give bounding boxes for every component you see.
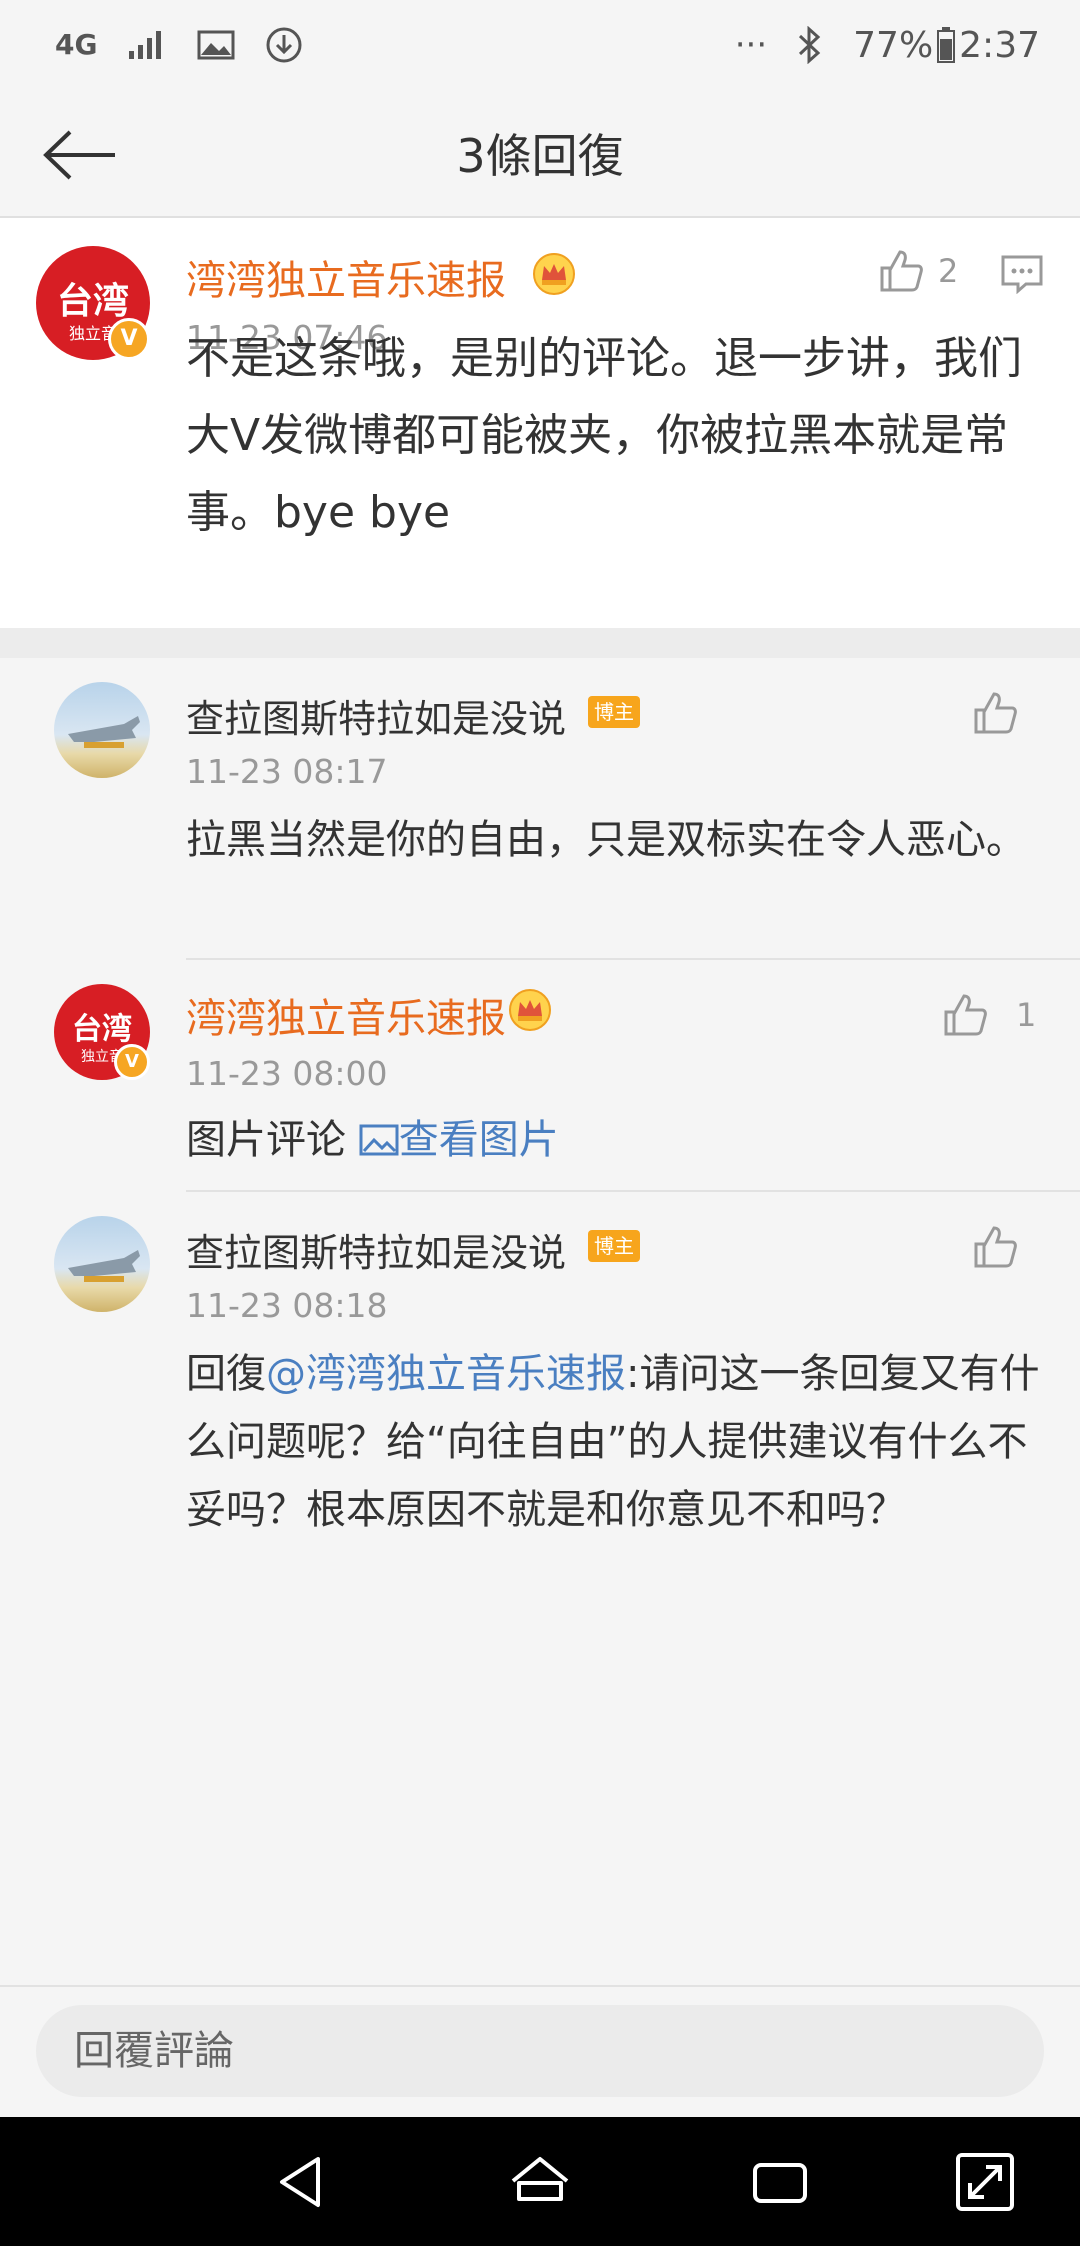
like-button[interactable]: 2 — [878, 248, 958, 294]
main-comment: 台湾 独立音 V 湾湾独立音乐速报 11-23 07:46 2 不是这条哦，是别… — [0, 218, 1080, 628]
avatar-title: 台湾 — [56, 280, 129, 322]
avatar-title: 台湾 — [72, 1012, 132, 1047]
airplane-icon — [68, 1250, 140, 1282]
header: 3條回復 — [0, 90, 1080, 218]
page-title: 3條回復 — [456, 129, 624, 183]
thumbs-up-icon — [944, 994, 987, 1036]
clock: 2:37 — [959, 24, 1040, 66]
airplane-icon — [68, 716, 140, 748]
image-icon — [359, 1124, 399, 1156]
username[interactable]: 湾湾独立音乐速报 — [186, 248, 506, 306]
network-type: 4G — [55, 28, 98, 61]
image-icon — [197, 30, 235, 60]
battery-icon — [937, 27, 956, 63]
host-badge: 博主 — [588, 1230, 640, 1262]
avatar[interactable] — [54, 682, 150, 778]
like-button[interactable] — [972, 690, 1018, 736]
status-bar: 4G ··· 77% 2:37 — [0, 0, 1080, 90]
like-count: 1 — [1016, 996, 1037, 1034]
reply-prefix: 回復 — [186, 1351, 266, 1397]
thumbs-up-icon — [880, 250, 923, 292]
verified-badge-icon: V — [108, 318, 150, 360]
username[interactable]: 查拉图斯特拉如是没说 — [186, 688, 566, 743]
thumbs-up-icon — [974, 692, 1017, 734]
nav-home-icon[interactable] — [505, 2147, 575, 2217]
avatar[interactable] — [54, 1216, 150, 1312]
system-nav-bar — [0, 2117, 1080, 2246]
nav-recents-icon[interactable] — [745, 2147, 815, 2217]
timestamp: 11-23 08:00 — [186, 1054, 388, 1093]
reply-input-bar: 回覆評論 — [0, 1985, 1080, 2117]
avatar[interactable]: 台湾 独立音 V — [36, 246, 150, 360]
comment-icon[interactable] — [1000, 254, 1044, 294]
view-image-label: 查看图片 — [398, 1117, 559, 1163]
crown-icon — [509, 989, 551, 1031]
host-badge: 博主 — [588, 696, 640, 728]
like-button[interactable] — [972, 1224, 1018, 1270]
section-divider — [0, 628, 1080, 658]
bluetooth-icon — [799, 26, 821, 64]
reply-divider — [186, 958, 1080, 960]
thumbs-up-icon — [974, 1226, 1017, 1268]
more-indicator: ··· — [734, 25, 768, 65]
battery-level: 77% — [853, 24, 934, 66]
verified-badge-icon: V — [114, 1044, 150, 1080]
reply-text: 图片评论 查看图片 — [186, 1106, 1066, 1174]
view-image-link[interactable]: 查看图片 — [359, 1117, 559, 1163]
reply-divider — [186, 1190, 1080, 1192]
nav-back-icon[interactable] — [268, 2147, 338, 2217]
reply-input[interactable]: 回覆評論 — [36, 2005, 1044, 2097]
signal-icon — [129, 31, 162, 59]
timestamp: 11-23 08:17 — [186, 752, 388, 791]
reply-text: 回復@湾湾独立音乐速报:请问这一条回复又有什么问题呢？给“向往自由”的人提供建议… — [186, 1340, 1066, 1544]
avatar[interactable]: 台湾 独立音 V — [54, 984, 150, 1080]
reply-text: 拉黑当然是你的自由，只是双标实在令人恶心。 — [186, 817, 1026, 863]
username[interactable]: 查拉图斯特拉如是没说 — [186, 1222, 566, 1277]
mention-link[interactable]: @湾湾独立音乐速报 — [266, 1351, 626, 1397]
nav-expand-icon[interactable] — [950, 2147, 1020, 2217]
timestamp: 11-23 08:18 — [186, 1286, 388, 1325]
like-button[interactable]: 1 — [942, 992, 1036, 1038]
comment-text: 不是这条哦，是别的评论。退一步讲，我们大V发微博都可能被夹，你被拉黑本就是常事。… — [186, 333, 1022, 538]
crown-icon — [533, 253, 575, 295]
username[interactable]: 湾湾独立音乐速报 — [186, 986, 506, 1044]
download-icon — [266, 27, 302, 63]
reply-prefix: 图片评论 — [186, 1117, 359, 1163]
like-count: 2 — [938, 252, 959, 290]
